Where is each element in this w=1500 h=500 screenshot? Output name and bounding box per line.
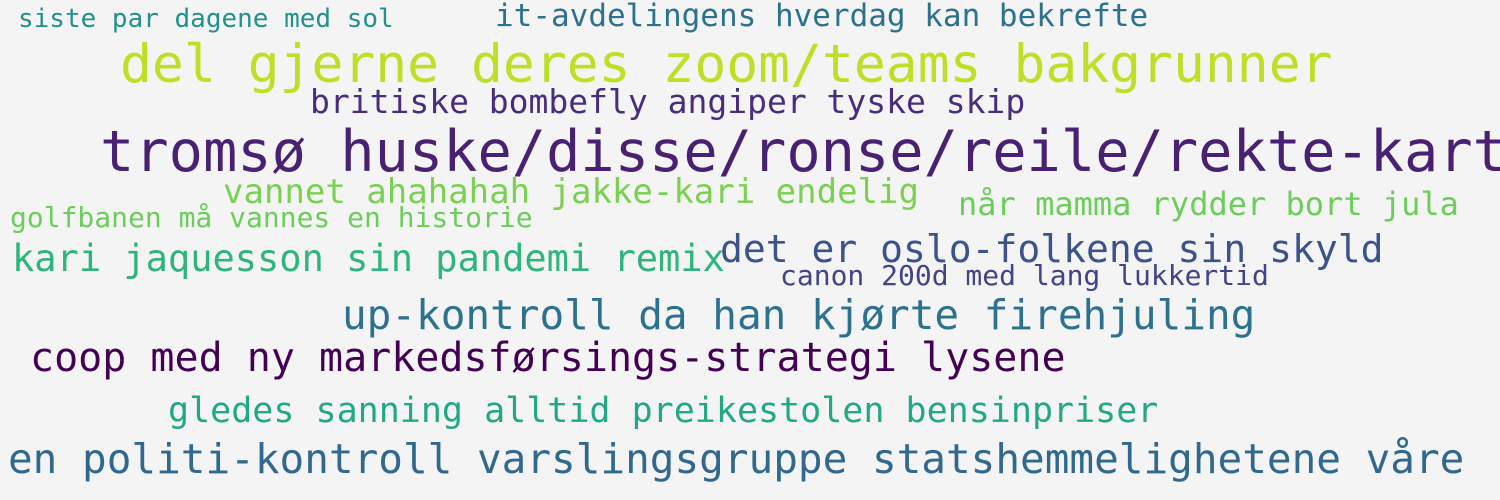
phrase-2: it-avdelingens hverdag kan bekrefte — [495, 0, 1149, 34]
phrase-14: gledes sanning alltid preikestolen bensi… — [168, 391, 1159, 431]
phrase-1: siste par dagene med sol — [18, 4, 394, 34]
phrase-9: kari jaquesson sin pandemi remix — [12, 237, 725, 280]
phrase-12: up-kontroll da han kjørte firehjuling — [342, 291, 1256, 339]
phrase-15: en politi-kontroll varslingsgruppe stats… — [8, 435, 1465, 483]
phrase-11: canon 200d med lang lukkertid — [780, 259, 1269, 292]
word-cloud: siste par dagene med sol it-avdelingens … — [0, 0, 1500, 500]
phrase-8: når mamma rydder bort jula — [958, 185, 1459, 223]
phrase-4: britiske bombefly angiper tyske skip — [310, 82, 1026, 121]
phrase-13: coop med ny markedsførsings-strategi lys… — [30, 335, 1066, 381]
phrase-7: golfbanen må vannes en historie — [10, 201, 533, 234]
